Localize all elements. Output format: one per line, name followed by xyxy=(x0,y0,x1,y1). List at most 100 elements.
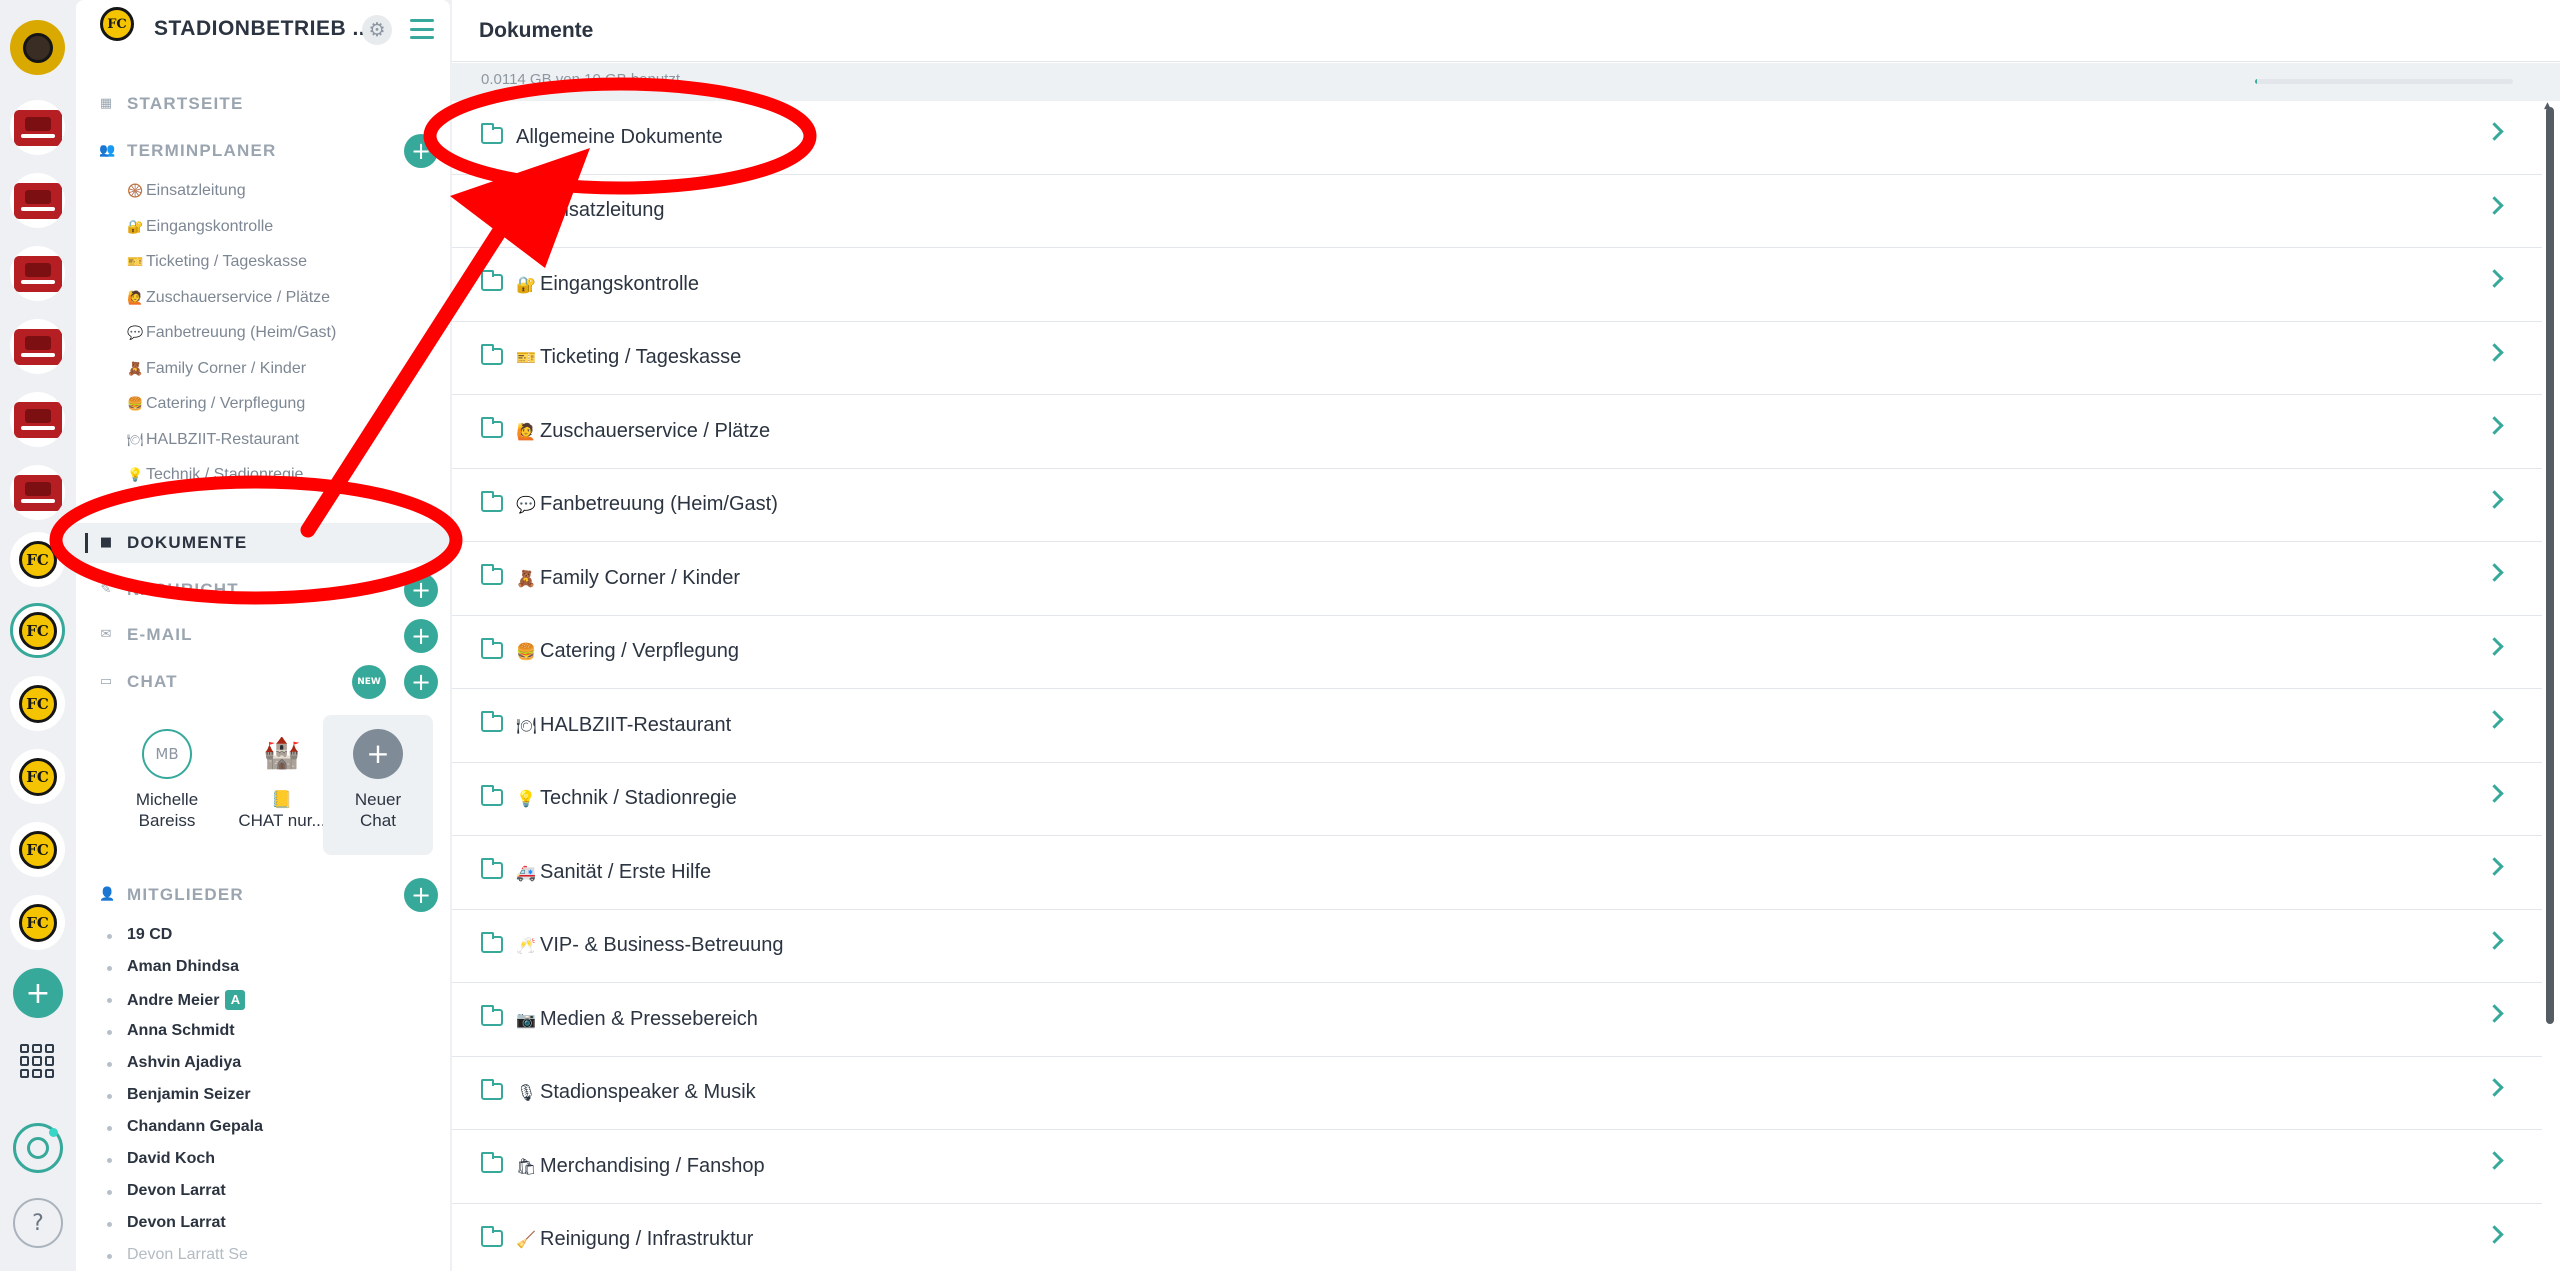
add-nachricht-button[interactable]: + xyxy=(404,573,438,607)
workspace-red-2[interactable] xyxy=(10,173,65,228)
add-email-button[interactable]: + xyxy=(404,619,438,653)
chevron-right-icon[interactable] xyxy=(2485,930,2504,950)
folder-row[interactable]: 🎫 Ticketing / Tageskasse xyxy=(452,322,2542,395)
folder-row[interactable]: 🛍 Merchandising / Fanshop xyxy=(452,1130,2542,1204)
workspace-red-3[interactable] xyxy=(10,246,65,301)
dashboard-icon: ▦ xyxy=(99,96,113,111)
workspace-club-6[interactable]: FC xyxy=(10,895,65,950)
termin-item[interactable]: 🛞 Einsatzleitung xyxy=(127,182,246,200)
folder-name: 🚑 Sanität / Erste Hilfe xyxy=(516,860,712,883)
folder-row[interactable]: 🎙 Stadionspeaker & Musik xyxy=(452,1057,2542,1130)
new-chat-button[interactable]: + Neuer Chat xyxy=(323,715,433,855)
chevron-right-icon[interactable] xyxy=(2485,1004,2504,1023)
termin-item[interactable]: 🍽 HALBZIIT-Restaurant xyxy=(127,431,299,449)
chat-contact[interactable]: MB Michelle Bareiss xyxy=(112,715,222,855)
add-chat-button[interactable]: + xyxy=(404,665,438,699)
termin-item[interactable]: 🧸 Family Corner / Kinder xyxy=(127,360,306,378)
folder-row[interactable]: 🚑 Sanität / Erste Hilfe xyxy=(452,836,2542,910)
folder-row[interactable]: 🙋 Zuschauerservice / Plätze xyxy=(452,395,2542,469)
termin-item[interactable]: 🎫 Ticketing / Tageskasse xyxy=(127,253,307,271)
folder-row[interactable]: 🍔 Catering / Verpflegung xyxy=(452,616,2542,689)
chevron-right-icon[interactable] xyxy=(2485,269,2504,288)
chevron-right-icon[interactable] xyxy=(2485,1077,2504,1097)
sidebar: FC STADIONBETRIEB ... ⚙ ▦ STARTSEITE 👥 T… xyxy=(76,0,450,1271)
folder-row[interactable]: 🥂 VIP- & Business-Betreuung xyxy=(452,910,2542,983)
chevron-right-icon[interactable] xyxy=(2485,857,2504,876)
chevron-right-icon[interactable] xyxy=(2485,342,2504,362)
termin-item[interactable]: 🔐 Eingangskontrolle xyxy=(127,218,273,236)
chevron-right-icon[interactable] xyxy=(2485,710,2504,729)
member-item[interactable]: Devon Larratt Se xyxy=(107,1246,248,1264)
scrollbar[interactable] xyxy=(2546,107,2554,1024)
termin-item[interactable]: 💡 Technik / Stadionregie xyxy=(127,466,303,484)
workspace-club-active[interactable]: FC xyxy=(10,603,65,658)
help-button[interactable]: ? xyxy=(13,1198,63,1248)
folder-row[interactable]: 🔐 Eingangskontrolle xyxy=(452,248,2542,322)
chevron-right-icon[interactable] xyxy=(2485,122,2504,141)
folder-row[interactable]: 🧹 Reinigung / Infrastruktur xyxy=(452,1204,2542,1271)
chevron-right-icon[interactable] xyxy=(2485,1224,2504,1244)
workspace-club-3[interactable]: FC xyxy=(10,676,65,731)
workspace-red-6[interactable] xyxy=(10,465,65,520)
folder-row[interactable]: 💬 Fanbetreuung (Heim/Gast) xyxy=(452,469,2542,542)
orbit-icon[interactable] xyxy=(13,1123,63,1173)
chevron-right-icon[interactable] xyxy=(2485,195,2504,215)
user-avatar[interactable] xyxy=(10,20,65,75)
hamburger-menu-icon[interactable] xyxy=(410,19,434,39)
nav-startseite[interactable]: ▦ STARTSEITE xyxy=(76,84,450,124)
workspace-red-1[interactable] xyxy=(10,100,65,155)
org-logo: FC xyxy=(100,7,142,49)
chevron-right-icon[interactable] xyxy=(2485,416,2504,435)
workspace-rail: FC FC FC FC FC FC + ? xyxy=(0,0,75,1271)
add-member-button[interactable]: + xyxy=(404,878,438,912)
nav-email[interactable]: ✉ E-MAIL xyxy=(76,615,450,655)
gear-icon[interactable]: ⚙ xyxy=(362,15,392,45)
nav-terminplaner[interactable]: 👥 TERMINPLANER xyxy=(76,131,450,171)
chevron-right-icon[interactable] xyxy=(2485,563,2504,582)
termin-item[interactable]: 💬 Fanbetreuung (Heim/Gast) xyxy=(127,324,336,342)
nav-chat[interactable]: ▭ CHAT xyxy=(76,662,450,702)
termin-item[interactable]: 🙋 Zuschauerservice / Plätze xyxy=(127,289,330,307)
add-workspace-button[interactable]: + xyxy=(13,968,63,1018)
folder-icon xyxy=(481,343,503,365)
workspace-red-4[interactable] xyxy=(10,319,65,374)
member-item[interactable]: Andre Meier A xyxy=(106,990,246,1010)
org-title[interactable]: STADIONBETRIEB ... xyxy=(154,17,371,41)
folder-name: 🧸 Family Corner / Kinder xyxy=(516,566,741,589)
chevron-right-icon[interactable] xyxy=(2485,636,2504,656)
member-item[interactable]: Chandann Gepala xyxy=(106,1118,263,1136)
workspace-red-5[interactable] xyxy=(10,392,65,447)
page-title: Dokumente xyxy=(479,19,594,42)
folder-name: 💡 Technik / Stadionregie xyxy=(516,787,737,810)
folder-row[interactable]: 🛞 Einsatzleitung xyxy=(452,175,2542,248)
member-item[interactable]: Devon Larrat xyxy=(107,1214,226,1232)
folder-row[interactable]: 🍽 HALBZIIT-Restaurant xyxy=(452,689,2542,763)
member-item[interactable]: Benjamin Seizer xyxy=(107,1086,251,1104)
workspace-club-1[interactable]: FC xyxy=(10,532,65,587)
nav-mitglieder[interactable]: 👤 MITGLIEDER xyxy=(76,875,450,915)
member-item[interactable]: Anna Schmidt xyxy=(107,1022,235,1040)
chevron-right-icon[interactable] xyxy=(2485,1151,2504,1170)
chevron-right-icon[interactable] xyxy=(2485,489,2504,509)
nav-nachricht[interactable]: ✎ NACHRICHT xyxy=(76,570,450,610)
folder-row[interactable]: Allgemeine Dokumente xyxy=(452,101,2542,175)
nav-dokumente[interactable]: ■ DOKUMENTE xyxy=(76,523,450,563)
member-item[interactable]: Ashvin Ajadiya xyxy=(106,1054,241,1072)
member-item[interactable]: Devon Larrat xyxy=(107,1182,226,1200)
member-item[interactable]: Aman Dhindsa xyxy=(106,958,239,976)
folder-row[interactable]: 💡 Technik / Stadionregie xyxy=(452,763,2542,836)
chevron-right-icon[interactable] xyxy=(2485,783,2504,803)
workspace-club-5[interactable]: FC xyxy=(10,822,65,877)
folder-row[interactable]: 🧸 Family Corner / Kinder xyxy=(452,542,2542,616)
chat-contact[interactable]: 🏰 📒 CHAT nur... xyxy=(227,715,337,855)
add-termin-button[interactable]: + xyxy=(404,134,438,168)
folder-row[interactable]: 📷 Medien & Pressebereich xyxy=(452,983,2542,1057)
org-header: FC STADIONBETRIEB ... ⚙ xyxy=(76,0,450,62)
member-item[interactable]: David Koch xyxy=(106,1150,215,1168)
folder-name: 🍽 HALBZIIT-Restaurant xyxy=(516,713,732,736)
workspace-club-4[interactable]: FC xyxy=(10,749,65,804)
apps-grid-icon[interactable] xyxy=(20,1044,54,1078)
termin-item[interactable]: 🍔 Catering / Verpflegung xyxy=(127,395,305,413)
storage-usage: 0.0114 GB von 10 GB benutzt xyxy=(452,63,2560,101)
member-item[interactable]: 19 CD xyxy=(106,926,172,944)
